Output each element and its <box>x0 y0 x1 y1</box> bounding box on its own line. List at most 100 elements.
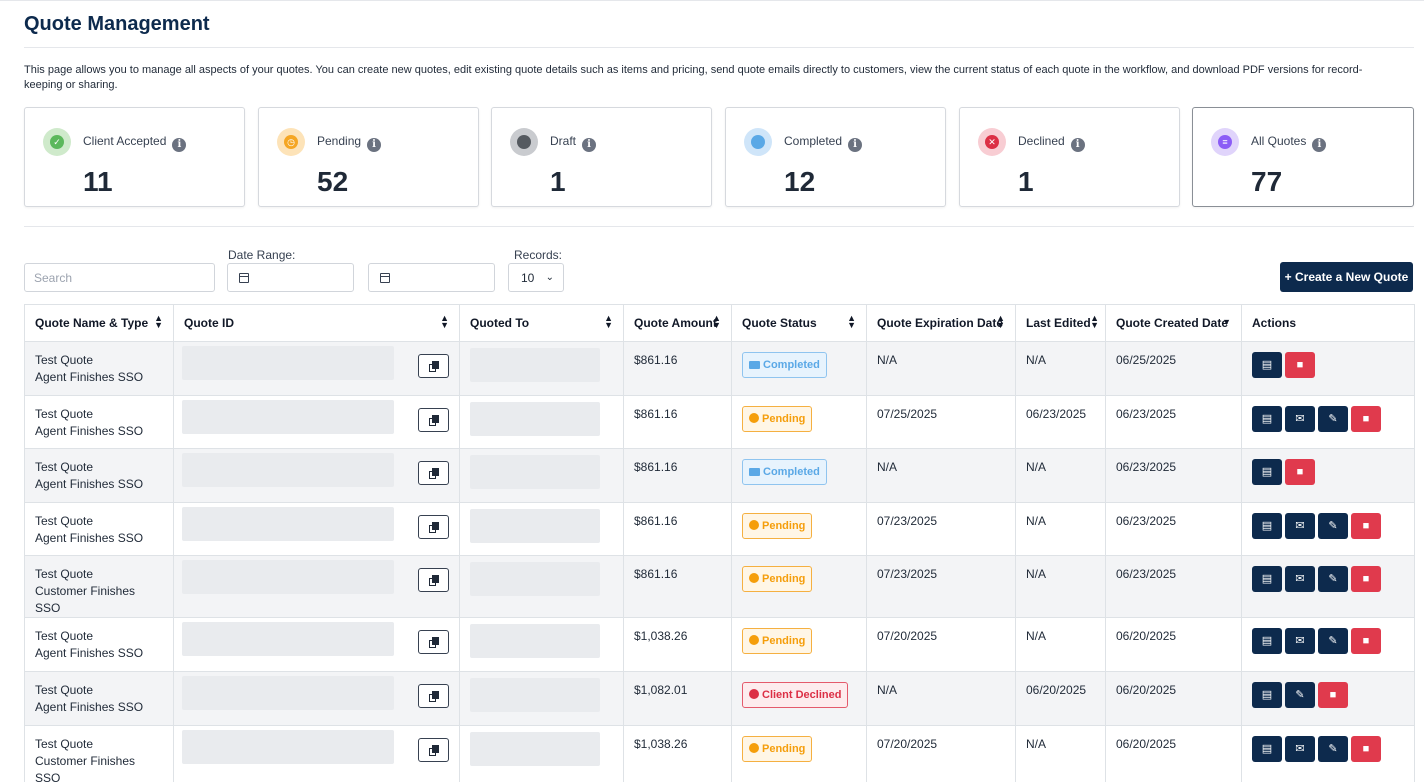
search-input[interactable] <box>24 263 215 292</box>
quoted-to-cell <box>459 448 624 503</box>
status-card-label: All Quotes i <box>1251 134 1327 152</box>
copy-button[interactable] <box>418 630 449 655</box>
col-label: Quoted To <box>470 316 530 330</box>
info-icon[interactable]: i <box>367 138 382 152</box>
info-icon[interactable]: i <box>1312 138 1327 152</box>
quote-type: Customer Finishes SSO <box>35 584 136 616</box>
status-card-label: Pending i <box>317 134 382 152</box>
delete-icon: ■ <box>1362 573 1370 586</box>
actions-cell: ▤ ■ <box>1241 341 1415 396</box>
email-button[interactable]: ✉ <box>1285 566 1315 593</box>
edit-button[interactable]: ✎ <box>1318 405 1348 432</box>
copy-button[interactable] <box>418 683 449 708</box>
pdf-button[interactable]: ▤ <box>1252 566 1282 593</box>
status-cell: Completed <box>731 341 867 396</box>
expiration-cell: N/A <box>866 341 1016 396</box>
pdf-button[interactable]: ▤ <box>1252 512 1282 539</box>
edit-button[interactable]: ✎ <box>1285 681 1315 708</box>
copy-button[interactable] <box>418 737 449 762</box>
table-row: Test Quote Agent Finishes SSO $861.16 Pendi… <box>24 501 1415 557</box>
date-end-field[interactable] <box>368 263 495 292</box>
col-quoted-to[interactable]: Quoted To ▲ ▼ <box>459 304 624 342</box>
pdf-button[interactable]: ▤ <box>1252 405 1282 432</box>
status-card-label: Draft i <box>550 134 597 152</box>
quote-id-cell <box>173 394 460 450</box>
expiration-cell: 07/25/2025 <box>866 394 1016 450</box>
col-expiration-date[interactable]: Quote Expiration Date ▲ ▼ <box>866 304 1016 342</box>
redacted-quote-id <box>182 560 394 595</box>
info-icon[interactable]: i <box>582 138 597 152</box>
delete-button[interactable]: ■ <box>1351 628 1381 655</box>
col-quote-amount[interactable]: Quote Amount ▲ ▼ <box>623 304 732 342</box>
status-card-completed[interactable]: Completed i 12 <box>725 107 946 207</box>
check-circle-icon: ✓ <box>43 128 71 156</box>
date-start-field[interactable] <box>227 263 354 292</box>
status-text: Client Declined <box>762 688 842 701</box>
status-card-label-text: Pending <box>317 134 362 148</box>
quote-name: Test Quote <box>35 406 94 421</box>
copy-button[interactable] <box>418 461 449 486</box>
col-last-edited[interactable]: Last Edited ▲ ▼ <box>1015 304 1106 342</box>
delete-button[interactable]: ■ <box>1351 512 1381 539</box>
status-card-pending[interactable]: ◷ Pending i 52 <box>258 107 479 207</box>
status-card-declined[interactable]: ✕ Declined i 1 <box>959 107 1180 207</box>
status-card-client-accepted[interactable]: ✓ Client Accepted i 11 <box>24 107 245 207</box>
status-card-count: 1 <box>1018 166 1034 197</box>
delete-icon: ■ <box>1362 635 1370 648</box>
col-quote-status[interactable]: Quote Status ▲ ▼ <box>731 304 867 342</box>
status-card-all-quotes[interactable]: ≡ All Quotes i 77 <box>1192 107 1414 207</box>
delete-button[interactable]: ■ <box>1351 405 1381 432</box>
delete-button[interactable]: ■ <box>1318 681 1348 708</box>
redacted-quote-id <box>182 675 394 710</box>
email-button[interactable]: ✉ <box>1285 628 1315 655</box>
email-button[interactable]: ✉ <box>1285 405 1315 432</box>
copy-button[interactable] <box>418 407 449 432</box>
email-button[interactable]: ✉ <box>1285 512 1315 539</box>
col-actions: Actions <box>1241 304 1415 342</box>
col-label: Quote Created Date <box>1116 316 1229 330</box>
records-select[interactable]: 10 ⌄ <box>508 263 564 292</box>
pdf-button[interactable]: ▤ <box>1252 628 1282 655</box>
edit-icon: ✎ <box>1328 412 1338 425</box>
quoted-to-cell <box>459 670 624 726</box>
records-value: 10 <box>521 271 535 285</box>
info-icon[interactable]: i <box>1070 138 1085 152</box>
edit-button[interactable]: ✎ <box>1318 512 1348 539</box>
copy-button[interactable] <box>418 354 449 378</box>
pdf-button[interactable]: ▤ <box>1252 459 1282 486</box>
col-created-date[interactable]: Quote Created Date ▼ <box>1105 304 1242 342</box>
email-button[interactable]: ✉ <box>1285 735 1315 762</box>
pdf-button[interactable]: ▤ <box>1252 735 1282 762</box>
edit-icon: ✎ <box>1328 573 1338 586</box>
expiration-cell: 07/23/2025 <box>866 501 1016 557</box>
status-cell: Completed <box>731 448 867 503</box>
copy-button[interactable] <box>418 568 449 593</box>
info-icon[interactable]: i <box>172 138 187 152</box>
edit-button[interactable]: ✎ <box>1318 628 1348 655</box>
info-icon[interactable]: i <box>848 138 863 152</box>
status-card-label-text: All Quotes <box>1251 134 1307 148</box>
pdf-button[interactable]: ▤ <box>1252 352 1282 378</box>
delete-button[interactable]: ■ <box>1285 352 1315 378</box>
edit-button[interactable]: ✎ <box>1318 735 1348 762</box>
delete-button[interactable]: ■ <box>1351 566 1381 593</box>
col-quote-id[interactable]: Quote ID ▲ ▼ <box>173 304 460 342</box>
col-quote-name[interactable]: Quote Name & Type ▲ ▼ <box>24 304 174 342</box>
delete-button[interactable]: ■ <box>1285 459 1315 486</box>
delete-button[interactable]: ■ <box>1351 735 1381 762</box>
quotes-table: Quote Name & Type ▲ ▼ Quote ID ▲ ▼ Quoted To… <box>24 304 1415 782</box>
folder-open-icon <box>510 128 538 156</box>
last-edited-cell: 06/20/2025 <box>1015 670 1106 726</box>
actions-cell: ▤ ✉ ✎ ■ <box>1241 724 1415 782</box>
status-card-label: Client Accepted i <box>83 134 187 152</box>
copy-button[interactable] <box>418 514 449 539</box>
status-card-draft[interactable]: Draft i 1 <box>491 107 712 207</box>
edit-button[interactable]: ✎ <box>1318 566 1348 593</box>
last-edited-cell: 06/23/2025 <box>1015 394 1106 450</box>
redacted-quoted-to <box>470 401 600 436</box>
create-quote-button[interactable]: + Create a New Quote <box>1280 262 1413 292</box>
status-icon <box>749 573 759 584</box>
status-text: Pending <box>762 635 806 648</box>
redacted-quoted-to <box>470 508 600 543</box>
pdf-button[interactable]: ▤ <box>1252 681 1282 708</box>
